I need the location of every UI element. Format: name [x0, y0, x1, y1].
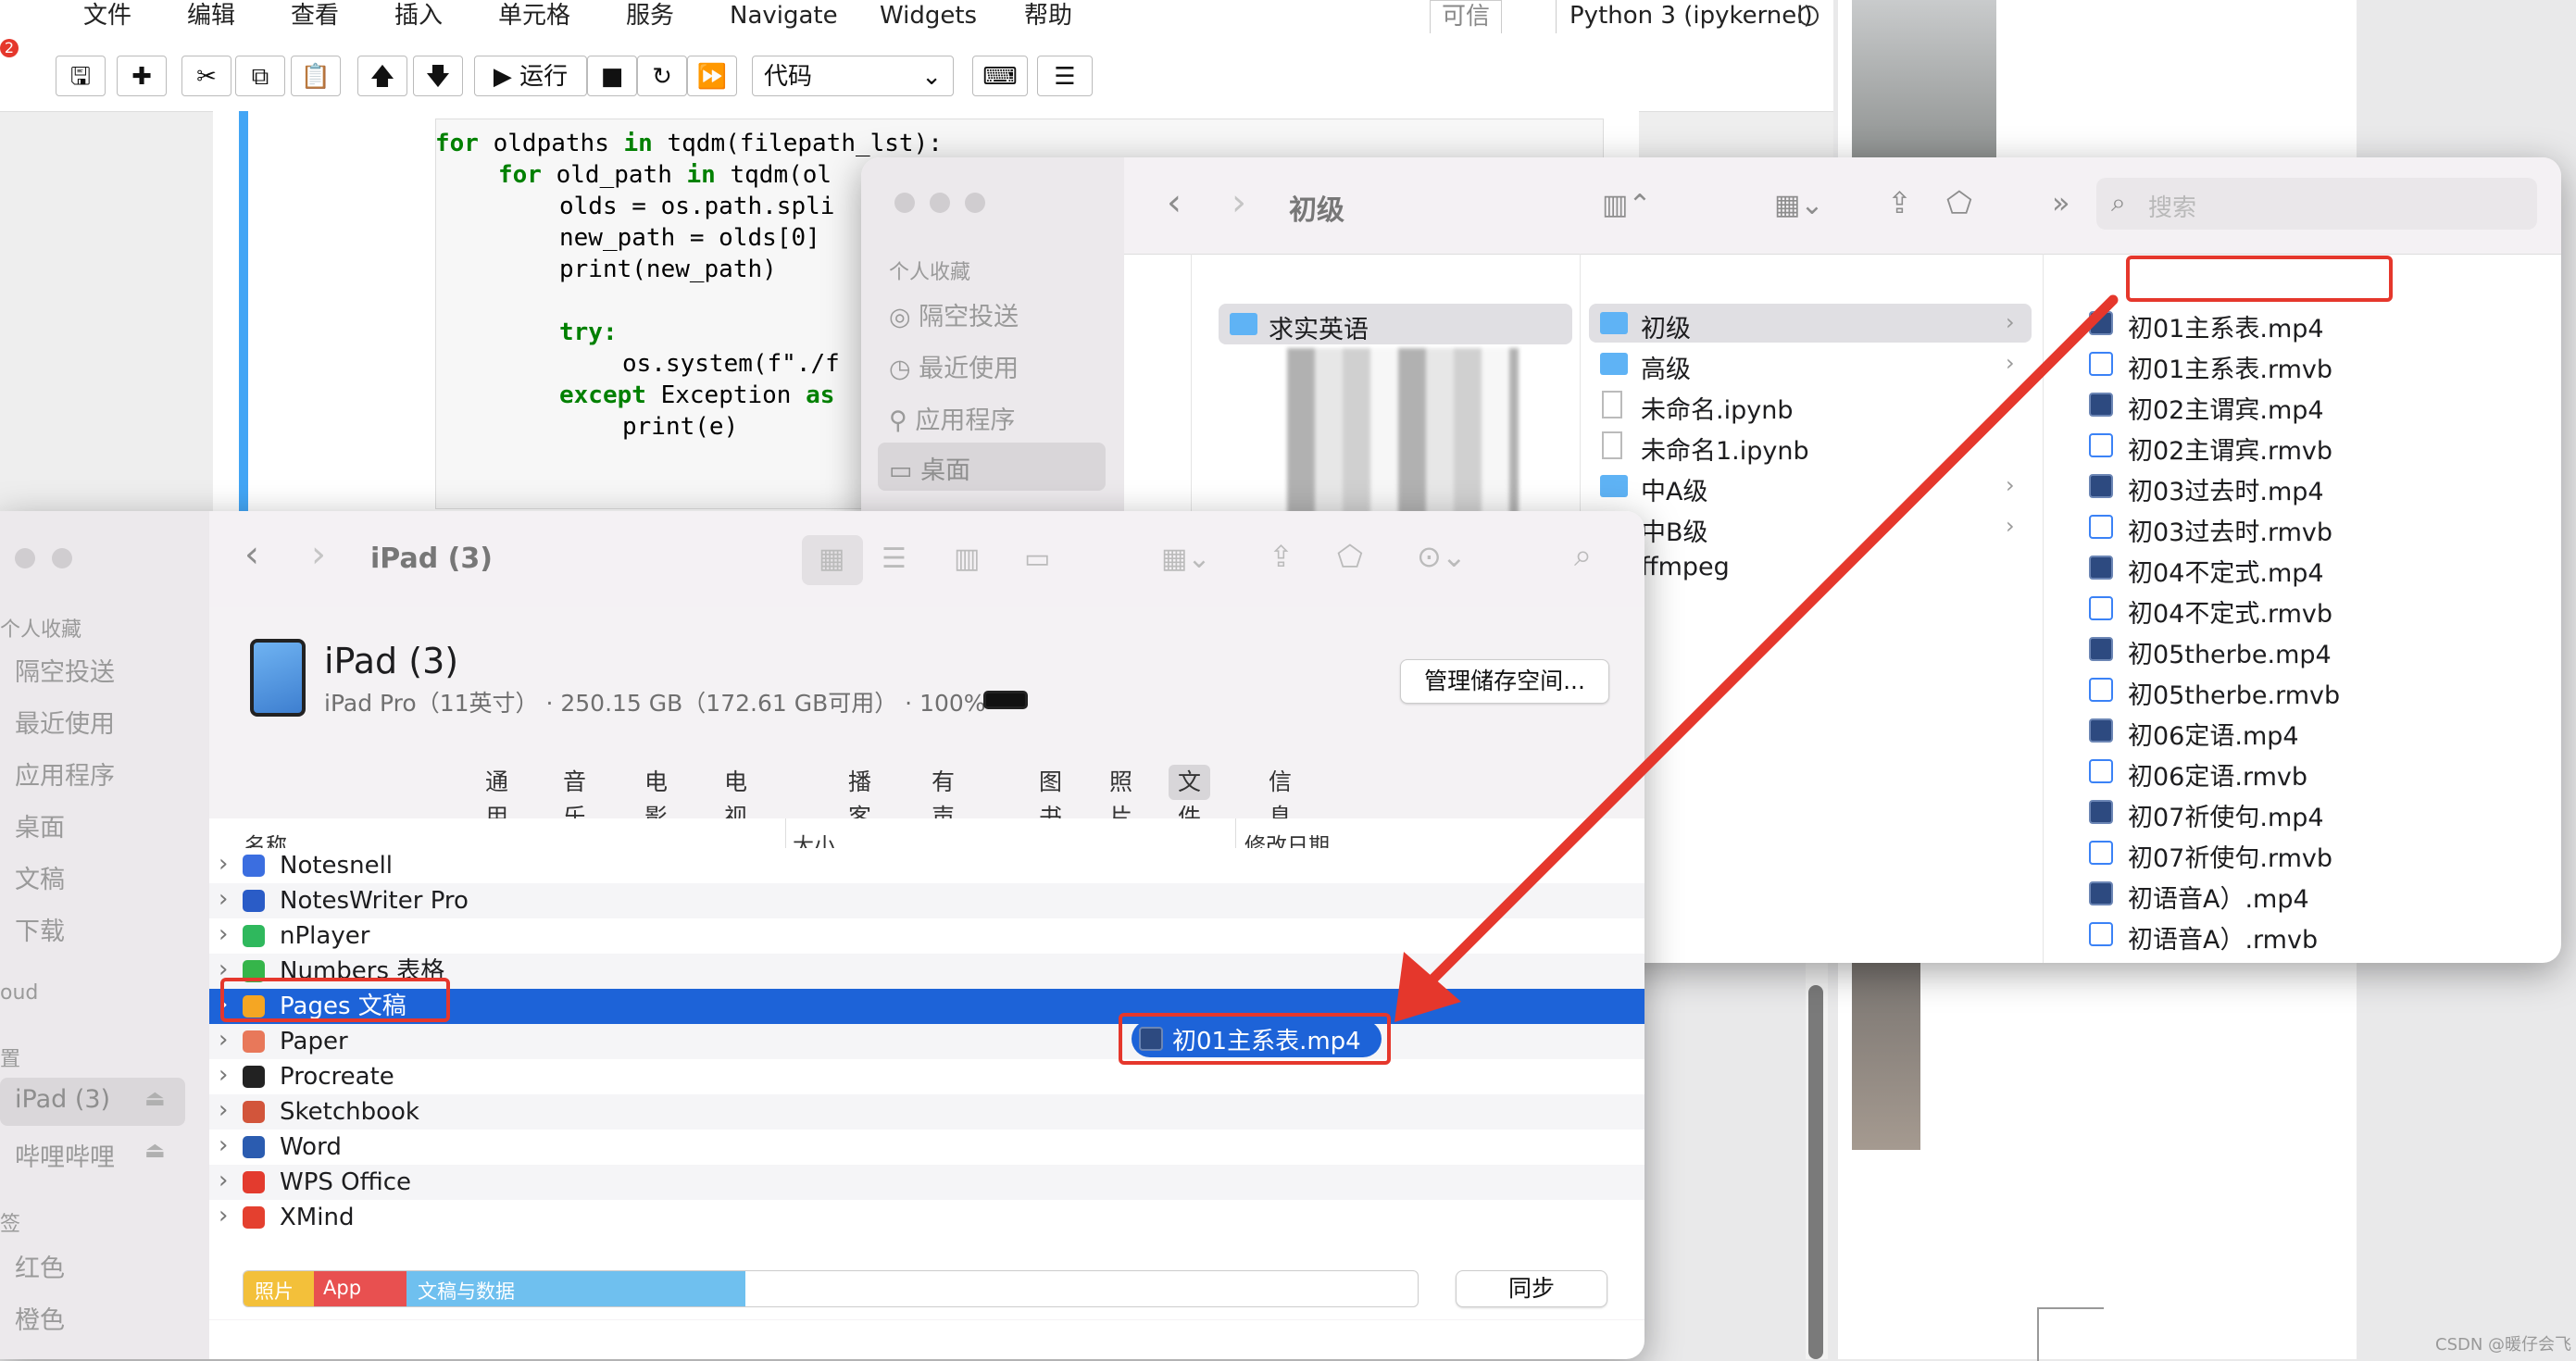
- watermark: CSDN @暖仔会飞: [2435, 1335, 2572, 1355]
- arrow-shaft: [1416, 294, 2119, 996]
- annotation-arrow: [1394, 294, 2119, 1022]
